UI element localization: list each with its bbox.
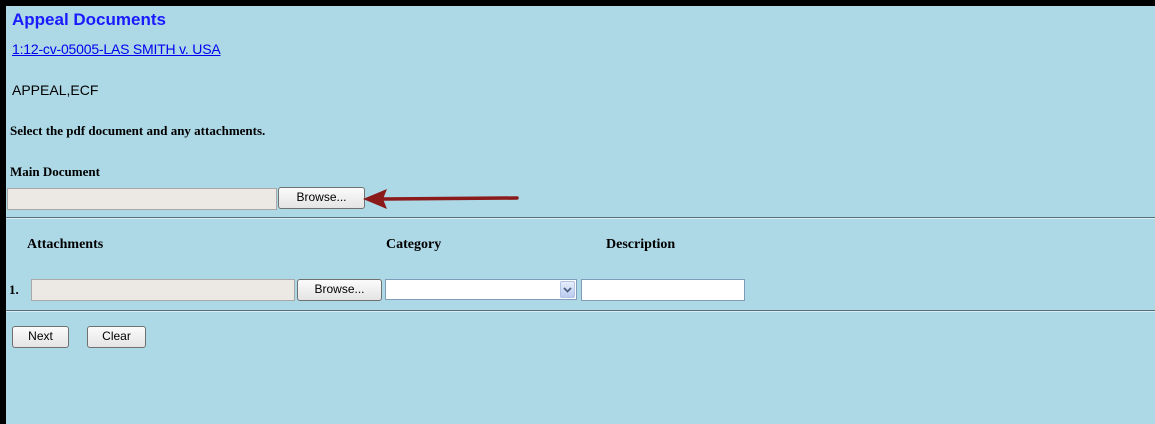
section-divider xyxy=(6,217,1155,219)
attachments-column-header: Attachments xyxy=(27,237,104,252)
page-title: Appeal Documents xyxy=(12,10,166,29)
section-divider xyxy=(6,310,1155,312)
instructions-text: Select the pdf document and any attachme… xyxy=(10,123,266,138)
description-column-header: Description xyxy=(606,237,676,252)
attachment-browse-button[interactable]: Browse... xyxy=(297,279,382,301)
main-document-label: Main Document xyxy=(10,164,100,179)
description-input[interactable] xyxy=(581,279,745,301)
case-link[interactable]: 1:12-cv-05005-LAS SMITH v. USA xyxy=(12,41,221,57)
category-column-header: Category xyxy=(386,237,442,252)
clear-button[interactable]: Clear xyxy=(87,326,146,348)
category-select[interactable] xyxy=(385,279,577,300)
attachment-file-field[interactable] xyxy=(31,279,295,301)
arrow-left-icon xyxy=(363,189,519,209)
next-button[interactable]: Next xyxy=(12,326,69,348)
main-document-browse-button[interactable]: Browse... xyxy=(278,187,365,209)
appeal-documents-page: Appeal Documents 1:12-cv-05005-LAS SMITH… xyxy=(0,0,1155,424)
case-flags: APPEAL,ECF xyxy=(12,82,99,98)
attachment-row-number: 1. xyxy=(9,282,19,297)
main-document-file-field[interactable] xyxy=(7,188,277,210)
chevron-down-icon[interactable] xyxy=(560,281,575,298)
